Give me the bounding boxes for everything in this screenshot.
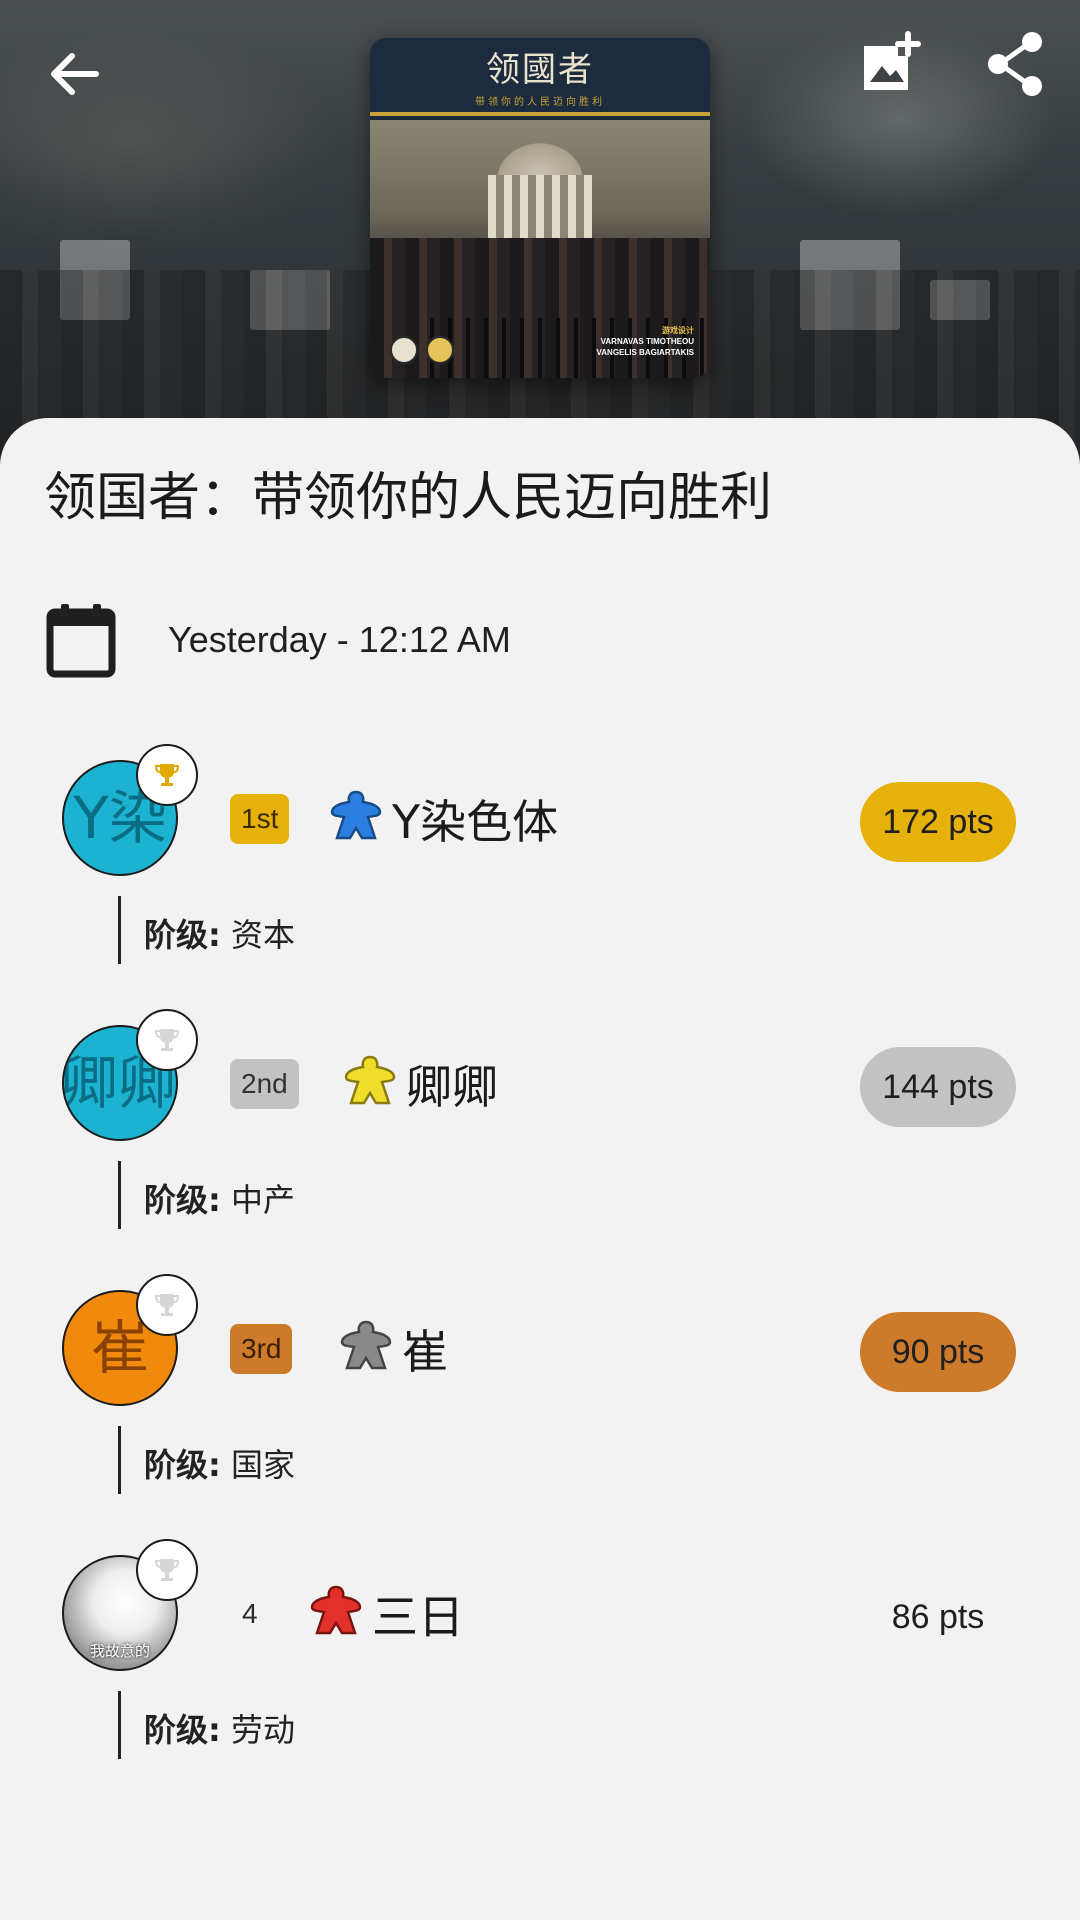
- attribute-value: 国家: [230, 1446, 295, 1484]
- avatar-initials: 崔: [90, 1314, 149, 1382]
- attribute-divider: [118, 1691, 121, 1759]
- player-row[interactable]: 崔 3rd 崔 90 pts 阶级: 国家: [0, 1274, 1080, 1530]
- player-attribute: 阶级: 国家: [144, 1440, 295, 1486]
- attribute-label: 阶级:: [144, 1181, 221, 1219]
- player-name: Y染色体: [392, 795, 559, 849]
- player-name: 三日: [372, 1590, 464, 1644]
- points-badge: 90 pts: [860, 1312, 1016, 1392]
- attribute-value: 中产: [230, 1181, 295, 1219]
- rank-badge: 1st: [230, 794, 290, 844]
- arrow-left-icon: [51, 53, 99, 95]
- meeple-icon: [344, 1055, 396, 1105]
- attribute-label: 阶级:: [144, 1446, 221, 1484]
- cover-subtitle: 带领你的人民迈向胜利: [475, 97, 605, 108]
- meeple-icon: [330, 790, 382, 840]
- attribute-divider: [118, 1161, 121, 1229]
- date-row: Yesterday - 12:12 AM: [46, 600, 511, 680]
- attribute-value: 劳动: [230, 1711, 295, 1749]
- rank-badge: 3rd: [230, 1324, 293, 1374]
- rank-badge: 2nd: [230, 1059, 299, 1109]
- player-attribute: 阶级: 中产: [144, 1175, 295, 1221]
- points-badge: 86 pts: [891, 1598, 985, 1636]
- rank-badge: 4: [242, 1598, 258, 1629]
- attribute-label: 阶级:: [144, 1711, 221, 1749]
- player-row[interactable]: 我故意的 4 三日 86 pts 阶级: 劳动: [0, 1539, 1080, 1795]
- player-attribute: 阶级: 资本: [144, 910, 295, 956]
- game-cover-image[interactable]: 领國者 带领你的人民迈向胜利 游戏设计 VARNAVAS TIMOTHEOU V…: [370, 38, 710, 378]
- attribute-divider: [118, 896, 121, 964]
- attribute-divider: [118, 1426, 121, 1494]
- points-badge: 172 pts: [860, 782, 1016, 862]
- back-button[interactable]: [38, 38, 110, 110]
- add-photo-icon: [864, 31, 921, 90]
- trophy-icon: [136, 744, 198, 806]
- avatar-caption: 我故意的: [89, 1642, 150, 1660]
- cover-title: 领國者: [486, 50, 594, 90]
- player-name: 卿卿: [406, 1060, 498, 1114]
- trophy-icon: [136, 1274, 198, 1336]
- player-attribute: 阶级: 劳动: [144, 1705, 295, 1751]
- trophy-icon: [136, 1539, 198, 1601]
- play-date: Yesterday - 12:12 AM: [168, 619, 511, 660]
- meeple-icon: [310, 1585, 362, 1635]
- attribute-label: 阶级:: [144, 916, 221, 954]
- cover-art: 游戏设计 VARNAVAS TIMOTHEOU VANGELIS BAGIART…: [370, 120, 710, 378]
- cover-designers: 游戏设计 VARNAVAS TIMOTHEOU VANGELIS BAGIART…: [596, 326, 694, 357]
- cover-header: 领國者 带领你的人民迈向胜利: [370, 38, 710, 116]
- meeple-icon: [340, 1320, 392, 1370]
- player-row[interactable]: 卿卿 2nd 卿卿 144 pts 阶级: 中产: [0, 1009, 1080, 1265]
- game-title: 领国者：带领你的人民迈向胜利: [44, 468, 773, 528]
- trophy-icon: [136, 1009, 198, 1071]
- share-icon: [988, 32, 1042, 96]
- share-button[interactable]: [980, 28, 1052, 100]
- points-badge: 144 pts: [860, 1047, 1016, 1127]
- publisher-logos: [390, 336, 454, 364]
- player-name: 崔: [402, 1325, 448, 1379]
- calendar-icon: [46, 604, 116, 678]
- player-row[interactable]: Y染 1st Y染色体 172 pts 阶级: 资本: [0, 744, 1080, 1000]
- add-photo-button[interactable]: [854, 28, 926, 100]
- attribute-value: 资本: [230, 916, 295, 954]
